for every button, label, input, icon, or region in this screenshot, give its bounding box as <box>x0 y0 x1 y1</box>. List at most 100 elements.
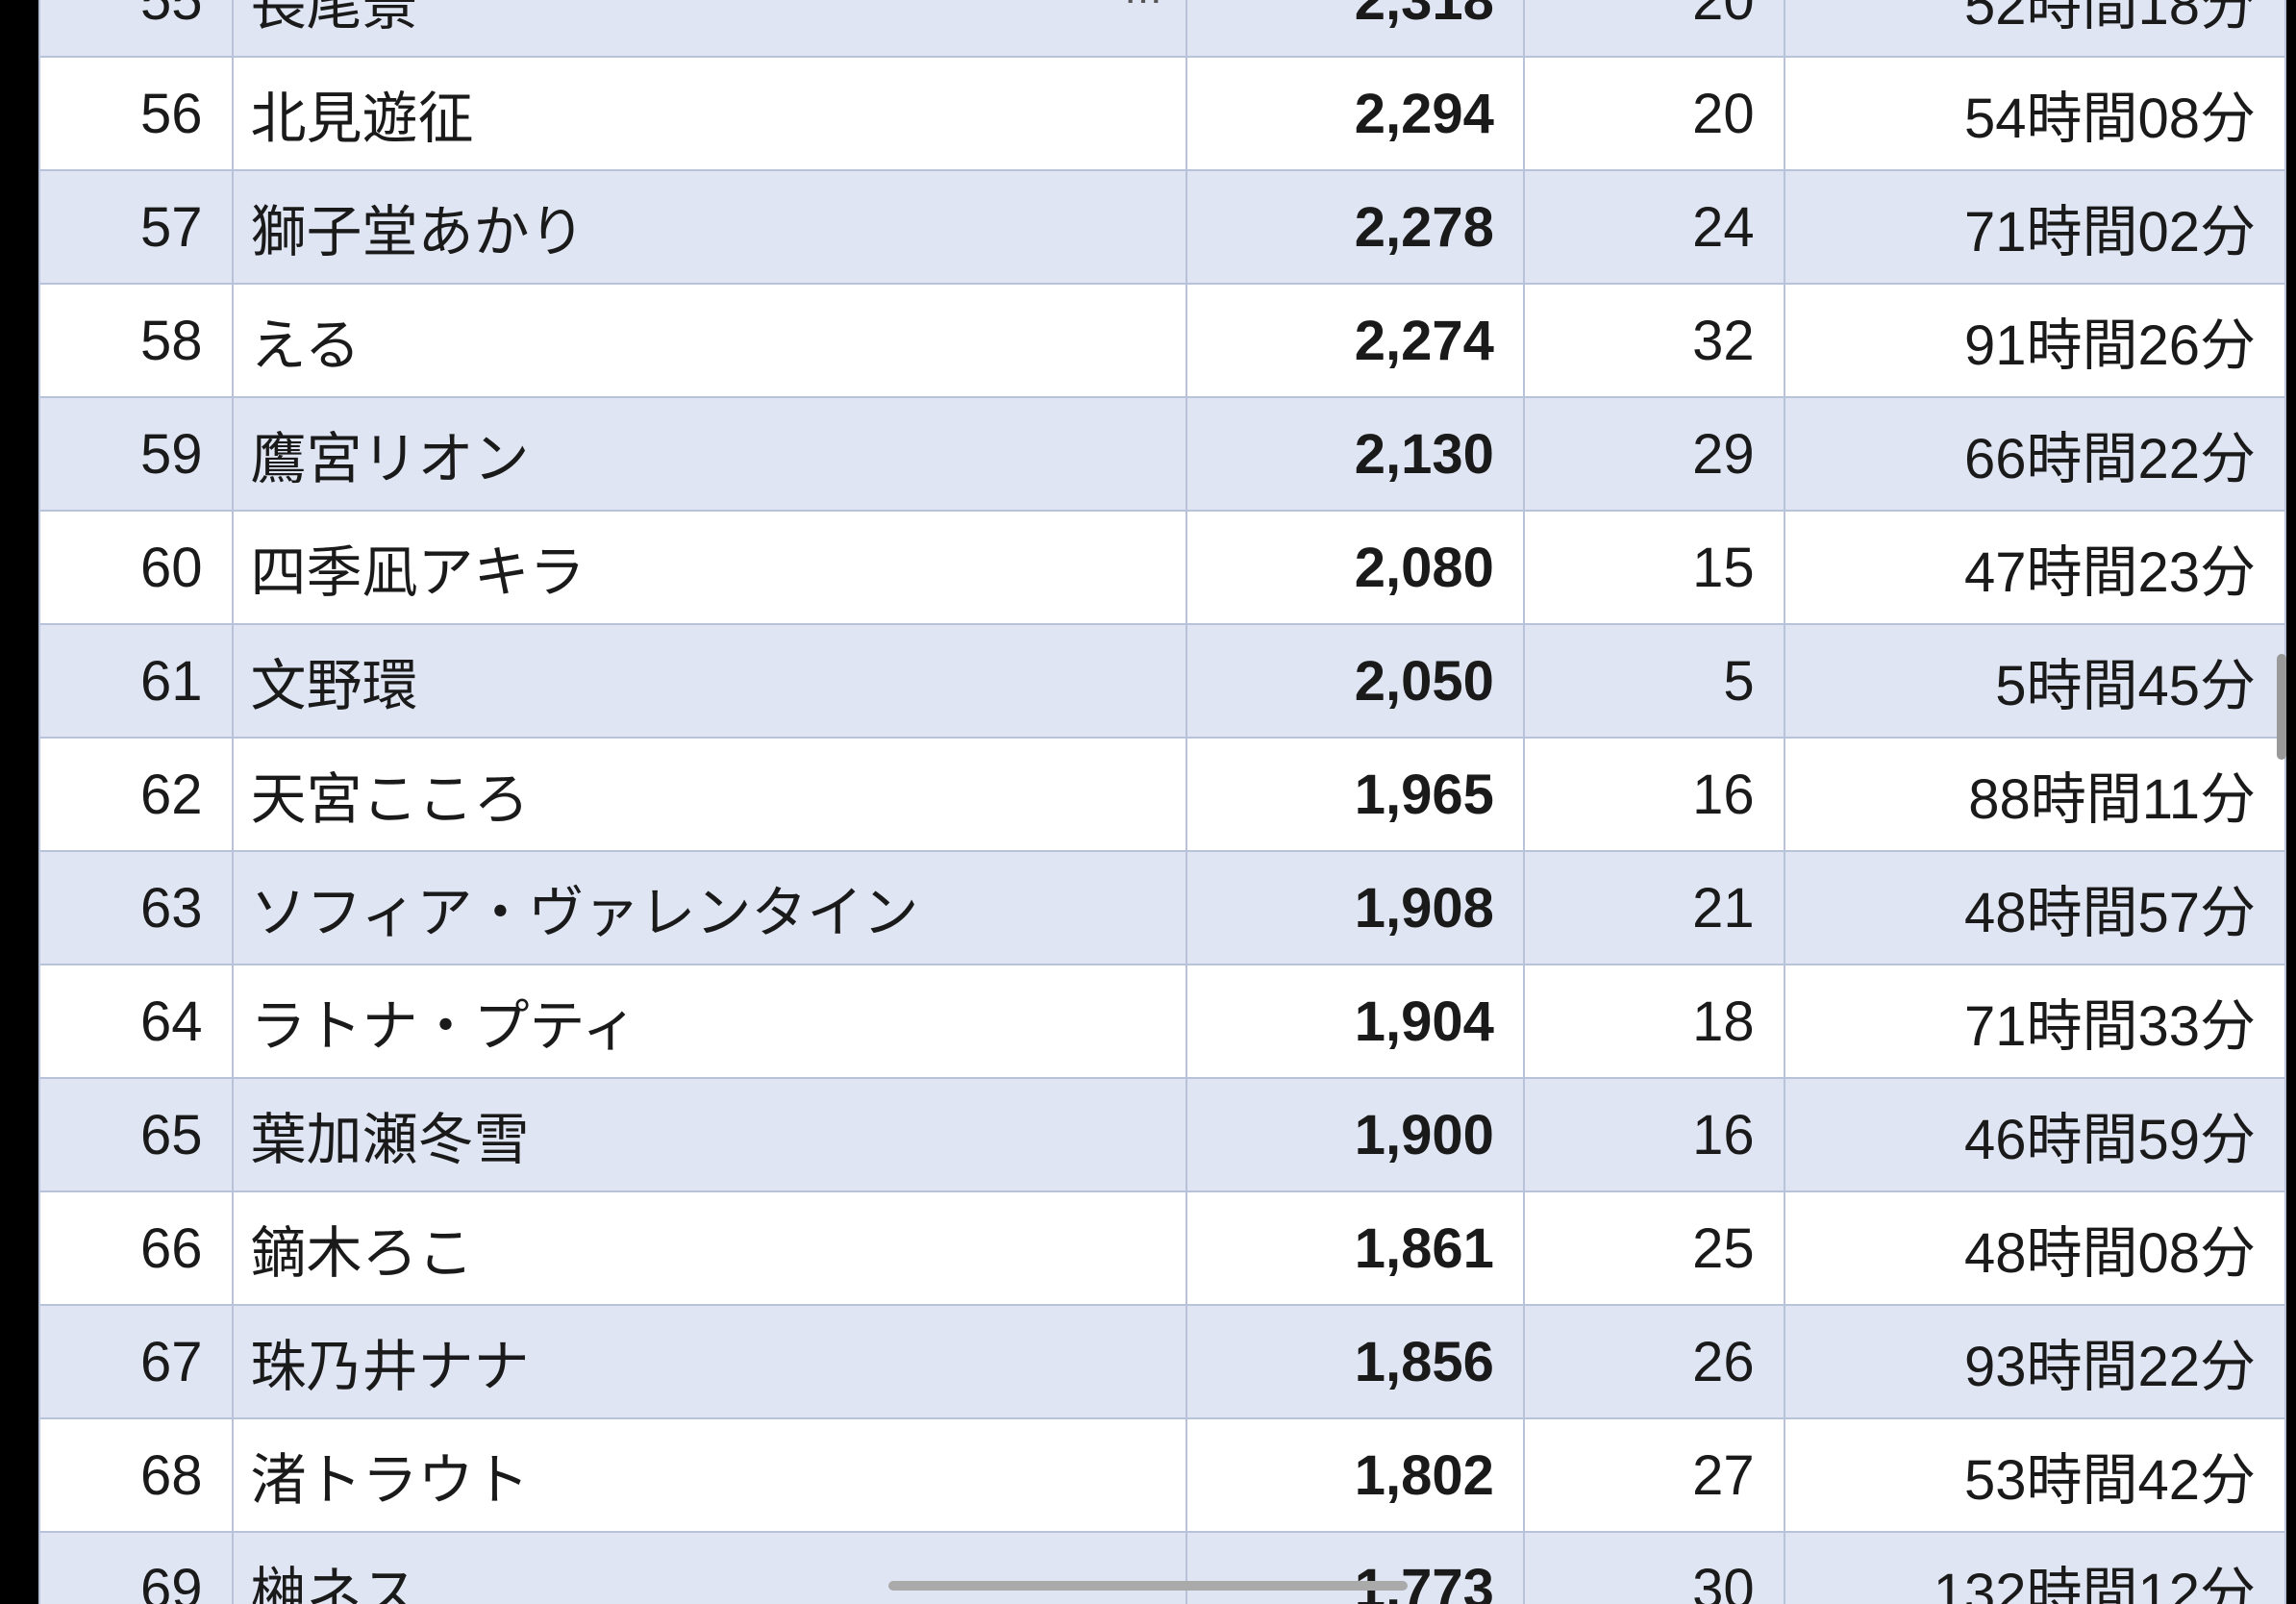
rank-cell: 58 <box>39 284 233 397</box>
name-cell: 珠乃井ナナ <box>233 1305 1187 1418</box>
name-cell: 天宮こころ <box>233 738 1187 851</box>
name-text: 長尾景 <box>251 0 418 37</box>
name-text: ラトナ・プティ <box>251 995 638 1058</box>
duration-cell: 53時間42分 <box>1784 1418 2285 1532</box>
table-row[interactable]: 61 文野環 2,05055時間45分 <box>39 624 2285 738</box>
value-secondary-cell: 29 <box>1524 397 1784 511</box>
value-secondary-cell: 32 <box>1524 284 1784 397</box>
duration-cell: 132時間12分 <box>1784 1532 2285 1604</box>
duration-cell: 52時間18分 <box>1784 0 2285 57</box>
value-secondary-cell: 27 <box>1524 1418 1784 1532</box>
table-row[interactable]: 69榊ネス1,77330132時間12分 <box>39 1532 2285 1604</box>
value-primary-cell: 1,904 <box>1186 965 1524 1078</box>
name-cell: ソフィア・ヴァレンタイン <box>233 851 1187 965</box>
table-row[interactable]: 65 葉加瀬冬雪 1,9001646時間59分 <box>39 1078 2285 1191</box>
value-primary-cell: 1,856 <box>1186 1305 1524 1418</box>
rank-cell: 55 <box>39 0 233 57</box>
ellipsis-icon[interactable]: ⋯ <box>1124 0 1166 22</box>
value-secondary-cell: 20 <box>1524 57 1784 170</box>
table-row[interactable]: 62天宮こころ1,9651688時間11分 <box>39 738 2285 851</box>
name-cell: 鷹宮リオン <box>233 397 1187 511</box>
name-cell: 文野環 <box>233 624 1187 738</box>
duration-cell: 48時間08分 <box>1784 1191 2285 1305</box>
table-row[interactable]: 66鏑木ろこ1,8612548時間08分 <box>39 1191 2285 1305</box>
duration-cell: 93時間22分 <box>1784 1305 2285 1418</box>
table-row[interactable]: 64 ラトナ・プティ 1,9041871時間33分 <box>39 965 2285 1078</box>
value-primary-cell: 1,861 <box>1186 1191 1524 1305</box>
rank-cell: 64 <box>39 965 233 1078</box>
value-primary-cell: 2,274 <box>1186 284 1524 397</box>
duration-cell: 66時間22分 <box>1784 397 2285 511</box>
duration-cell: 71時間02分 <box>1784 170 2285 284</box>
table-viewport[interactable]: 55長尾景⋯2,3182052時間18分56北見遊征2,2942054時間08分… <box>38 0 2286 1604</box>
table-row[interactable]: 55 長尾景 ⋯ 2,3182052時間18分 <box>39 0 2285 57</box>
name-text: 四季凪アキラ <box>251 541 586 604</box>
rank-cell: 68 <box>39 1418 233 1532</box>
name-cell: 四季凪アキラ <box>233 511 1187 624</box>
duration-cell: 46時間59分 <box>1784 1078 2285 1191</box>
table-row[interactable]: 59 鷹宮リオン 2,1302966時間22分 <box>39 397 2285 511</box>
rank-cell: 60 <box>39 511 233 624</box>
value-secondary-cell: 16 <box>1524 1078 1784 1191</box>
name-text: 渚トラウト <box>251 1449 530 1512</box>
duration-cell: 54時間08分 <box>1784 57 2285 170</box>
value-primary-cell: 2,130 <box>1186 397 1524 511</box>
value-primary-cell: 2,278 <box>1186 170 1524 284</box>
value-secondary-cell: 25 <box>1524 1191 1784 1305</box>
name-text: 鏑木ろこ <box>251 1222 474 1285</box>
value-secondary-cell: 24 <box>1524 170 1784 284</box>
rank-cell: 59 <box>39 397 233 511</box>
value-primary-cell: 1,965 <box>1186 738 1524 851</box>
duration-cell: 71時間33分 <box>1784 965 2285 1078</box>
value-primary-cell: 2,294 <box>1186 57 1524 170</box>
value-primary-cell: 1,908 <box>1186 851 1524 965</box>
rank-cell: 62 <box>39 738 233 851</box>
value-primary-cell: 1,802 <box>1186 1418 1524 1532</box>
value-secondary-cell: 5 <box>1524 624 1784 738</box>
rank-cell: 67 <box>39 1305 233 1418</box>
rank-cell: 56 <box>39 57 233 170</box>
duration-cell: 48時間57分 <box>1784 851 2285 965</box>
name-text: 葉加瀬冬雪 <box>251 1109 530 1171</box>
table-row[interactable]: 56北見遊征2,2942054時間08分 <box>39 57 2285 170</box>
table-row[interactable]: 60四季凪アキラ2,0801547時間23分 <box>39 511 2285 624</box>
name-cell: 葉加瀬冬雪 <box>233 1078 1187 1191</box>
home-indicator[interactable] <box>888 1581 1408 1591</box>
table-row[interactable]: 58える2,2743291時間26分 <box>39 284 2285 397</box>
name-text: ソフィア・ヴァレンタイン <box>251 882 919 944</box>
scrollbar-thumb[interactable] <box>2277 654 2286 760</box>
name-cell: 長尾景 ⋯ <box>233 0 1187 57</box>
name-cell: 渚トラウト <box>233 1418 1187 1532</box>
name-cell: ラトナ・プティ <box>233 965 1187 1078</box>
name-text: 珠乃井ナナ <box>251 1336 530 1398</box>
rank-cell: 63 <box>39 851 233 965</box>
name-text: える <box>251 314 361 377</box>
value-secondary-cell: 21 <box>1524 851 1784 965</box>
name-cell: 鏑木ろこ <box>233 1191 1187 1305</box>
name-text: 天宮こころ <box>251 768 530 831</box>
duration-cell: 5時間45分 <box>1784 624 2285 738</box>
rank-cell: 65 <box>39 1078 233 1191</box>
value-primary-cell: 1,900 <box>1186 1078 1524 1191</box>
name-text: 鷹宮リオン <box>251 428 530 490</box>
value-secondary-cell: 18 <box>1524 965 1784 1078</box>
duration-cell: 47時間23分 <box>1784 511 2285 624</box>
name-cell: 北見遊征 <box>233 57 1187 170</box>
value-secondary-cell: 26 <box>1524 1305 1784 1418</box>
value-primary-cell: 2,318 <box>1186 0 1524 57</box>
name-text: 文野環 <box>251 655 418 717</box>
table-row[interactable]: 63 ソフィア・ヴァレンタイン 1,9082148時間57分 <box>39 851 2285 965</box>
value-secondary-cell: 30 <box>1524 1532 1784 1604</box>
rank-cell: 61 <box>39 624 233 738</box>
name-text: 榊ネス <box>251 1563 418 1604</box>
table-row[interactable]: 67 珠乃井ナナ 1,8562693時間22分 <box>39 1305 2285 1418</box>
value-secondary-cell: 20 <box>1524 0 1784 57</box>
value-secondary-cell: 15 <box>1524 511 1784 624</box>
table-row[interactable]: 57獅子堂あかり2,2782471時間02分 <box>39 170 2285 284</box>
value-primary-cell: 2,050 <box>1186 624 1524 738</box>
value-primary-cell: 1,773 <box>1186 1532 1524 1604</box>
duration-cell: 88時間11分 <box>1784 738 2285 851</box>
name-cell: 獅子堂あかり <box>233 170 1187 284</box>
table-row[interactable]: 68 渚トラウト 1,8022753時間42分 <box>39 1418 2285 1532</box>
name-text: 獅子堂あかり <box>251 201 586 263</box>
